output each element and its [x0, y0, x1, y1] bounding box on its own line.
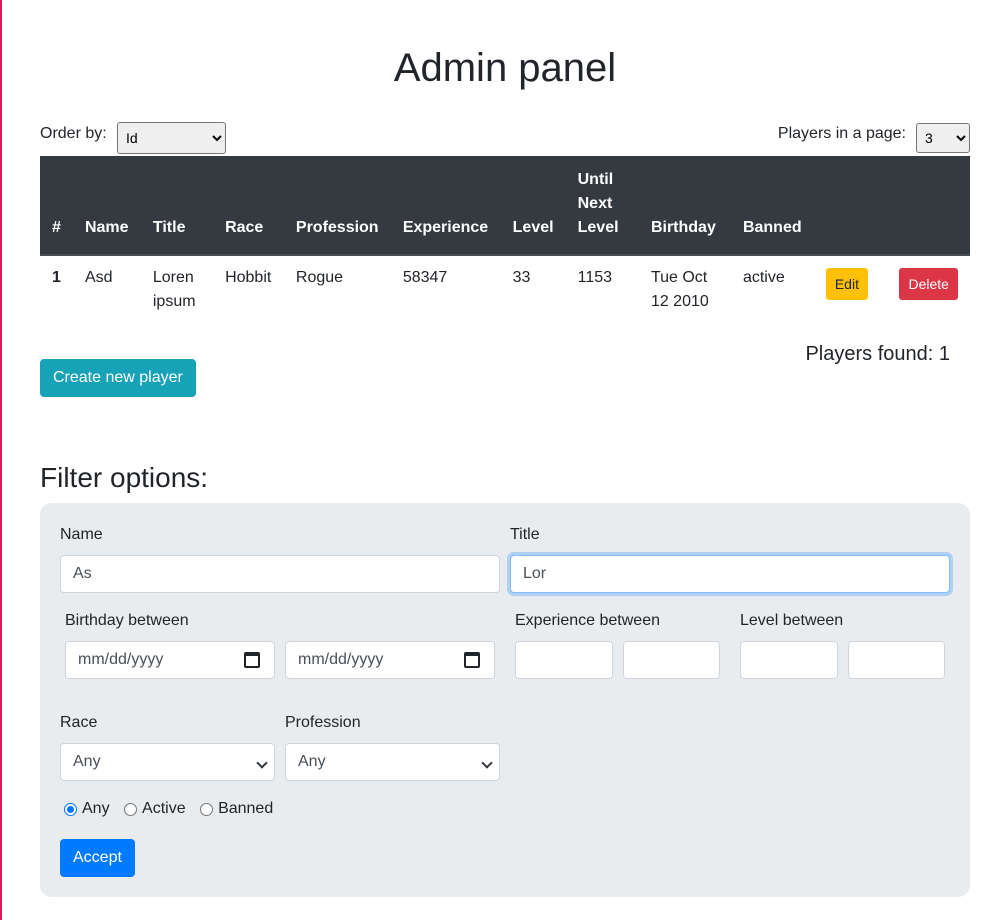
birthday-from-placeholder: mm/dd/yyyy [78, 651, 164, 668]
profession-selected-value: Any [298, 753, 326, 770]
experience-between-label: Experience between [515, 612, 660, 629]
birthday-between-label: Birthday between [65, 612, 189, 629]
cell-name: Asd [84, 269, 113, 286]
cell-title: Loren ipsum [152, 269, 196, 310]
table-row: 1 Asd Loren ipsum Hobbit Rogue 58347 33 … [40, 255, 970, 324]
table-header-row: # Name Title Race Profession Experience … [40, 156, 970, 256]
name-filter-label: Name [60, 526, 103, 543]
cell-experience: 58347 [402, 269, 448, 286]
chevron-down-icon [481, 757, 493, 769]
players-table: # Name Title Race Profession Experience … [40, 156, 970, 324]
column-header-race: Race [213, 156, 284, 256]
page-title: Admin panel [393, 46, 617, 90]
order-by-select[interactable]: Id [117, 122, 226, 154]
cell-race: Hobbit [225, 269, 272, 286]
title-filter-label: Title [510, 526, 540, 543]
radio-any[interactable] [64, 802, 77, 816]
cell-level: 33 [512, 269, 531, 286]
players-per-page-label: Players in a page: [777, 125, 906, 142]
column-header-title: Title [140, 156, 214, 256]
status-option-active-label: Active [142, 800, 186, 817]
profession-select[interactable]: Any [285, 743, 500, 781]
column-header-profession: Profession [283, 156, 391, 256]
cell-until-next-level: 1153 [577, 269, 613, 286]
birthday-from-input[interactable]: mm/dd/yyyy [65, 641, 275, 679]
status-option-any-label: Any [82, 800, 110, 817]
profession-filter-label: Profession [285, 714, 361, 731]
cell-banned: active [742, 269, 785, 286]
calendar-icon[interactable] [464, 652, 480, 668]
cell-profession: Rogue [295, 269, 344, 286]
cell-delete: Delete [887, 255, 970, 324]
column-header-name: Name [72, 156, 141, 256]
experience-min-input[interactable] [515, 641, 613, 679]
chevron-down-icon [256, 757, 268, 769]
column-header-experience: Experience [390, 156, 501, 256]
status-option-banned-label: Banned [218, 800, 274, 817]
table-controls: Order by: Id Players in a page: 3 [40, 122, 970, 154]
players-per-page-select[interactable]: 3 [916, 123, 970, 153]
birthday-to-input[interactable]: mm/dd/yyyy [285, 641, 495, 679]
column-header-until-next-level: Until Next Level [565, 156, 639, 256]
experience-max-input[interactable] [623, 641, 720, 679]
column-header-banned: Banned [730, 156, 814, 256]
cell-id: 1 [52, 269, 61, 286]
filter-options-title: Filter options: [40, 462, 209, 493]
race-filter-label: Race [60, 714, 98, 731]
create-new-player-button[interactable]: Create new player [40, 359, 196, 397]
accept-button[interactable]: Accept [60, 839, 135, 877]
calendar-icon[interactable] [244, 652, 260, 668]
filter-panel: Name As Title Lor Birthday between mm/dd… [40, 503, 970, 897]
level-max-input[interactable] [848, 641, 945, 679]
status-radio-group: Any Active Banned [64, 800, 283, 821]
column-header-id: # [40, 156, 73, 256]
column-header-level: Level [500, 156, 566, 256]
status-option-banned[interactable]: Banned [200, 800, 273, 818]
left-accent-bar [0, 0, 2, 920]
race-select[interactable]: Any [60, 743, 275, 781]
level-between-label: Level between [740, 612, 844, 629]
status-option-any[interactable]: Any [64, 800, 110, 818]
radio-banned[interactable] [200, 802, 214, 816]
column-header-edit [813, 156, 888, 256]
radio-active[interactable] [124, 802, 138, 816]
delete-button[interactable]: Delete [899, 268, 958, 300]
name-filter-input[interactable]: As [60, 555, 500, 593]
birthday-to-placeholder: mm/dd/yyyy [298, 651, 384, 668]
status-option-active[interactable]: Active [124, 800, 186, 818]
level-min-input[interactable] [740, 641, 838, 679]
race-selected-value: Any [73, 753, 101, 770]
edit-button[interactable]: Edit [825, 268, 868, 300]
order-by-label: Order by: [40, 125, 107, 142]
cell-birthday: Tue Oct 12 2010 [650, 269, 709, 310]
cell-edit: Edit [814, 255, 888, 324]
column-header-delete [887, 156, 970, 256]
players-found-count: Players found: 1 [805, 343, 950, 365]
column-header-birthday: Birthday [638, 156, 731, 256]
title-filter-input[interactable]: Lor [510, 555, 950, 593]
